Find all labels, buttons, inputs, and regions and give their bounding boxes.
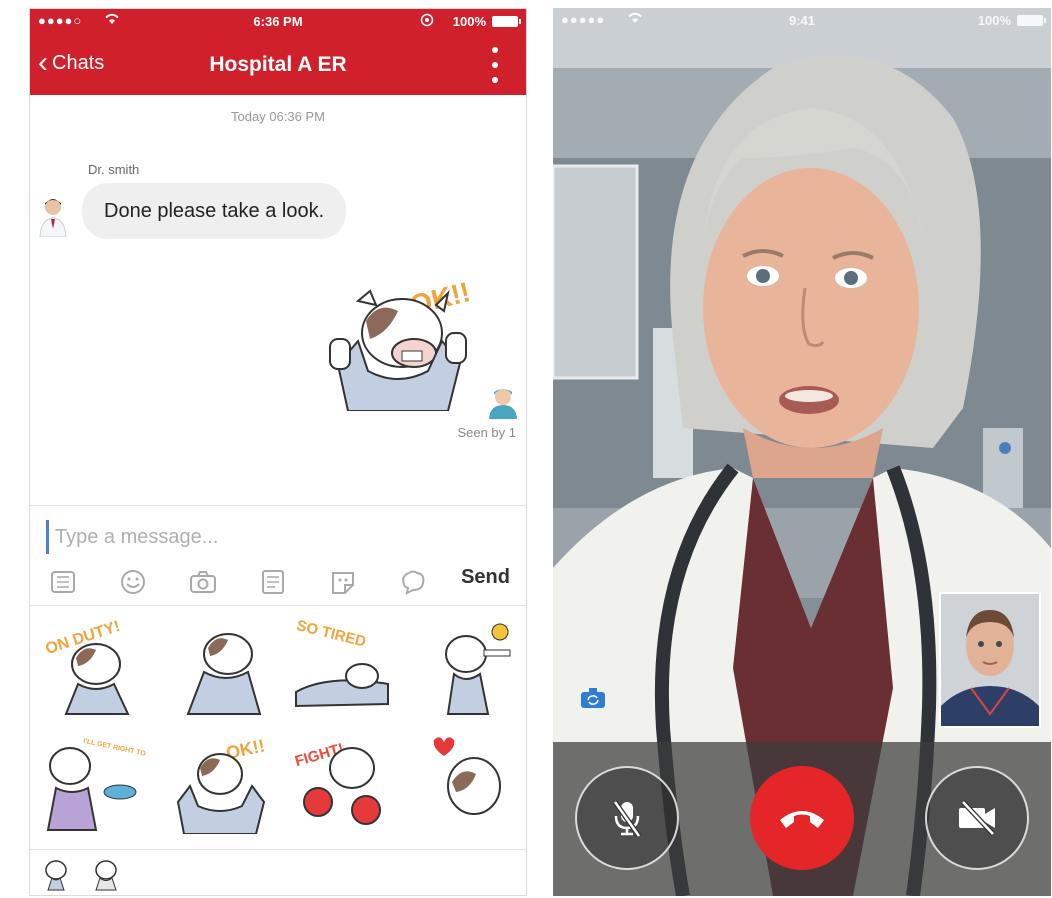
sticker-love[interactable]	[414, 730, 524, 834]
page-title: Hospital A ER	[209, 53, 347, 76]
battery-percent: 100%	[977, 13, 1011, 28]
battery-icon	[1017, 15, 1046, 26]
keyboard-icon[interactable]	[48, 568, 78, 596]
battery-icon	[492, 16, 521, 27]
mic-off-icon	[612, 800, 642, 838]
battery-percent: 100%	[452, 14, 486, 29]
sticker-so-tired[interactable]: SO TIRED	[288, 614, 398, 718]
seen-avatar	[485, 383, 521, 419]
sticker-pack-tab-2[interactable]	[88, 856, 124, 892]
avatar[interactable]	[38, 195, 68, 238]
sticker-pack-tab-1[interactable]	[38, 856, 74, 892]
camera-switch-icon[interactable]	[579, 686, 607, 710]
seen-status: Seen by 1	[457, 425, 516, 440]
message-input[interactable]	[46, 520, 495, 554]
sticker-right-to-your-desk[interactable]: I'LL GET RIGHT TO YOUR DESK	[38, 730, 189, 834]
message-timestamp: Today 06:36 PM	[231, 109, 325, 124]
sticker-sad-cow[interactable]	[164, 614, 274, 718]
status-bar: ●●●●○ 6:36 PM 100%	[30, 9, 526, 33]
sticker-panel: ON DUTY! SO TIRED I'LL GET RIGHT TO OK!!…	[30, 605, 526, 850]
self-view-video[interactable]	[939, 592, 1041, 728]
sticker-ok[interactable]: OK!!	[164, 730, 274, 835]
sender-name: Dr. smith	[88, 162, 140, 177]
mute-button[interactable]	[575, 766, 679, 870]
emoji-icon[interactable]	[118, 568, 148, 596]
sticker-icon[interactable]	[328, 568, 358, 596]
status-time: 6:36 PM	[253, 14, 303, 29]
sticker-on-duty[interactable]: ON DUTY!	[38, 614, 148, 718]
status-time: 9:41	[788, 13, 816, 28]
end-call-button[interactable]	[750, 766, 854, 870]
svg-text:SO TIRED: SO TIRED	[295, 617, 368, 651]
more-options-icon[interactable]	[490, 47, 500, 83]
nav-bar: ‹ Chats Hospital A ER	[30, 33, 526, 95]
gallery-icon[interactable]	[258, 568, 288, 596]
sticker-pack-tray	[30, 849, 526, 895]
video-toggle-button[interactable]	[925, 766, 1029, 870]
send-button[interactable]: Send	[461, 566, 510, 589]
svg-text:I'LL GET RIGHT TO YOUR DESK: I'LL GET RIGHT TO YOUR DESK	[83, 738, 148, 767]
status-bar: ●●●●● 9:41 100%	[553, 8, 1051, 32]
sticker-injection[interactable]	[414, 614, 524, 718]
video-off-icon	[959, 800, 995, 836]
chat-screen: ●●●●○ 6:36 PM 100% ‹ Chats Hospital A ER…	[29, 8, 527, 896]
composer: Send	[30, 505, 526, 606]
end-call-icon	[780, 811, 824, 828]
video-call-screen: ●●●●● 9:41 100%	[553, 8, 1051, 896]
alarm-icon	[420, 13, 434, 30]
message-bubble[interactable]: Done please take a look.	[82, 183, 347, 239]
call-controls	[553, 742, 1051, 896]
sticker-message-ok[interactable]: OK!!	[318, 271, 476, 412]
composer-toolbar: Send	[30, 562, 526, 602]
brain-icon[interactable]	[398, 568, 428, 596]
camera-icon[interactable]	[188, 568, 218, 596]
sticker-fight[interactable]: FIGHT!	[288, 730, 398, 834]
